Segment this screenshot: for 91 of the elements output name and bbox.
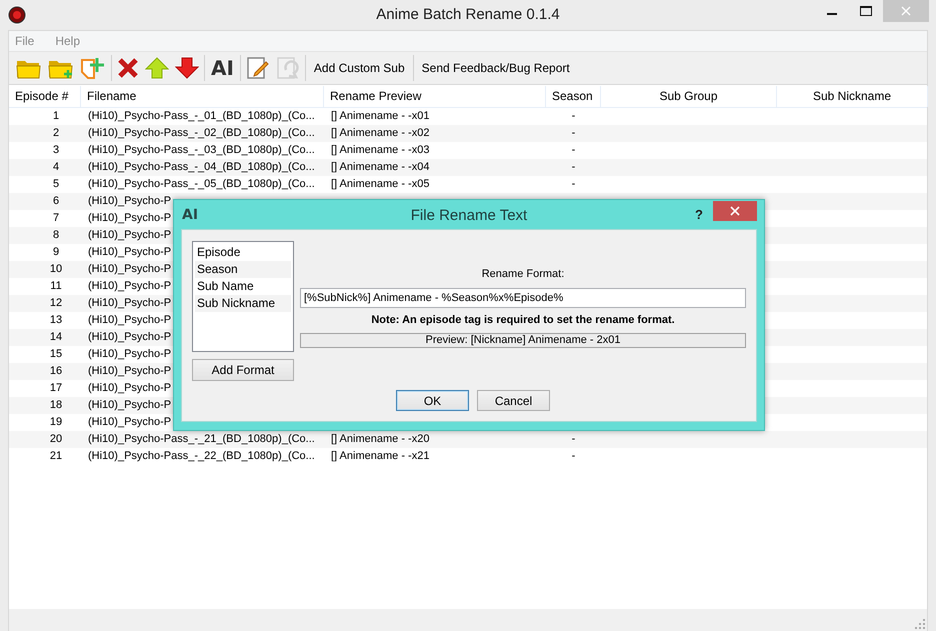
table-cell: (Hi10)_Psycho-P: [88, 415, 172, 430]
table-cell: -: [572, 126, 576, 141]
column-header[interactable]: Sub Group: [601, 86, 777, 107]
table-cell: 13: [50, 313, 62, 328]
table-cell: (Hi10)_Psycho-Pass_-_02_(BD_1080p)_(Co...: [88, 126, 315, 141]
table-cell: (Hi10)_Psycho-P: [88, 262, 172, 277]
table-cell: 11: [50, 279, 62, 294]
size-grip-icon[interactable]: [915, 619, 925, 629]
dialog-button[interactable]: OK: [396, 390, 469, 411]
table-cell: -: [572, 109, 576, 124]
table-cell: [] Animename - -x05: [331, 177, 430, 192]
table-cell: (Hi10)_Psycho-P: [88, 330, 172, 345]
table-cell: 20: [50, 432, 62, 447]
table-cell: (Hi10)_Psycho-Pass_-_04_(BD_1080p)_(Co...: [88, 160, 315, 175]
table-cell: -: [572, 143, 576, 158]
table-cell: (Hi10)_Psycho-Pass_-_01_(BD_1080p)_(Co...: [88, 109, 315, 124]
maximize-icon[interactable]: [860, 6, 872, 16]
column-header[interactable]: Rename Preview: [324, 86, 546, 107]
down-arrow-icon[interactable]: [175, 57, 199, 79]
table-cell: [] Animename - -x03: [331, 143, 430, 158]
dialog-button[interactable]: Cancel: [477, 390, 550, 411]
rename-format-field[interactable]: [%SubNick%] Animename - %Season%x%Episode%: [300, 288, 746, 308]
table-cell: 1: [52, 109, 60, 124]
table-cell: [] Animename - -x04: [331, 160, 430, 175]
table-cell: -: [572, 432, 576, 447]
table-cell: (Hi10)_Psycho-P: [88, 296, 172, 311]
field-label: Rename Format:: [480, 268, 566, 282]
table-cell: -: [572, 160, 576, 175]
table-cell: (Hi10)_Psycho-P: [88, 211, 172, 226]
list-item[interactable]: Season: [195, 261, 291, 278]
table-cell: 15: [50, 347, 62, 362]
edit-document-icon[interactable]: [246, 56, 270, 80]
table-cell: 12: [50, 296, 62, 311]
add-format-button[interactable]: Add Format: [192, 359, 294, 381]
table-cell: (Hi10)_Psycho-Pass_-_05_(BD_1080p)_(Co...: [88, 177, 315, 192]
table-cell: 5: [52, 177, 60, 192]
table-cell: (Hi10)_Psycho-Pass_-_21_(BD_1080p)_(Co...: [88, 432, 315, 447]
close-icon: [730, 206, 740, 216]
table-cell: 16: [50, 364, 62, 379]
table-cell: (Hi10)_Psycho-P: [88, 194, 172, 209]
table-cell: (Hi10)_Psycho-P: [88, 245, 172, 260]
rename-text-button[interactable]: AI: [209, 55, 236, 81]
table-cell: (Hi10)_Psycho-Pass_-_22_(BD_1080p)_(Co...: [88, 449, 315, 464]
window-title: Anime Batch Rename 0.1.4: [376, 6, 560, 23]
column-header[interactable]: Season: [546, 86, 601, 107]
table-cell: 2: [52, 126, 60, 141]
table-cell: [] Animename - -x02: [331, 126, 430, 141]
rename-text-icon: AI: [182, 206, 198, 222]
app-logo-icon: [8, 6, 26, 24]
table-cell: -: [572, 449, 576, 464]
close-icon: [901, 6, 911, 16]
table-cell: 18: [50, 398, 62, 413]
note-text: Note: An episode tag is required to set the rename format.: [370, 314, 676, 328]
list-item[interactable]: Sub Name: [195, 278, 291, 295]
close-button[interactable]: [713, 200, 757, 220]
dialog-title: File Rename Text: [410, 207, 528, 224]
table-cell: (Hi10)_Psycho-P: [88, 313, 172, 328]
table-cell: 19: [50, 415, 62, 430]
toolbar-button[interactable]: Add Custom Sub: [306, 55, 414, 81]
table-cell: [] Animename - -x21: [331, 449, 430, 464]
table-cell: 8: [52, 228, 60, 243]
list-item[interactable]: Sub Nickname: [195, 295, 291, 312]
column-header[interactable]: Episode #: [9, 86, 81, 107]
table-cell: -: [572, 177, 576, 192]
document-plus-icon[interactable]: [80, 56, 106, 80]
table-cell: 7: [52, 211, 60, 226]
table-cell: [] Animename - -x01: [331, 109, 430, 124]
table-cell: (Hi10)_Psycho-P: [88, 364, 172, 379]
table-cell: (Hi10)_Psycho-P: [88, 398, 172, 413]
list-item[interactable]: Episode: [195, 244, 291, 261]
table-cell: 6: [52, 194, 60, 209]
table-cell: 10: [50, 262, 62, 277]
preview-text: Preview: [Nickname] Animename - 2x01: [300, 333, 746, 348]
column-header[interactable]: Sub Nickname: [777, 86, 928, 107]
table-cell: (Hi10)_Psycho-P: [88, 279, 172, 294]
table-cell: (Hi10)_Psycho-P: [88, 381, 172, 396]
table-cell: (Hi10)_Psycho-P: [88, 347, 172, 362]
table-cell: 9: [52, 245, 60, 260]
table-cell: [] Animename - -x20: [331, 432, 430, 447]
help-button[interactable]: ?: [695, 207, 703, 222]
table-cell: (Hi10)_Psycho-P: [88, 228, 172, 243]
column-header[interactable]: Filename: [81, 86, 324, 107]
table-cell: 4: [52, 160, 60, 175]
table-cell: 21: [50, 449, 62, 464]
table-cell: 17: [50, 381, 62, 396]
table-cell: 3: [52, 143, 60, 158]
table-cell: (Hi10)_Psycho-Pass_-_03_(BD_1080p)_(Co...: [88, 143, 315, 158]
delete-icon[interactable]: [117, 57, 139, 79]
up-arrow-icon[interactable]: [145, 57, 169, 79]
table-cell: 14: [50, 330, 62, 345]
toolbar-button[interactable]: Send Feedback/Bug Report: [414, 55, 578, 81]
